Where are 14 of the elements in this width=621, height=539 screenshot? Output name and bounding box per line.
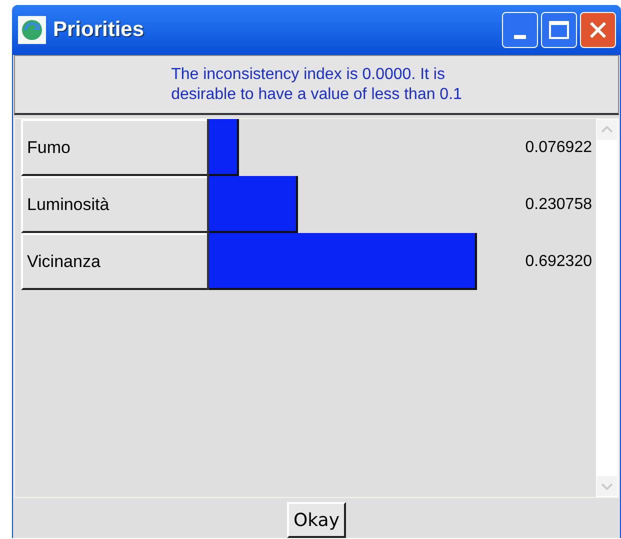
minimize-button[interactable]	[502, 12, 538, 48]
criterion-label: Vicinanza	[21, 233, 207, 290]
priority-value: 0.230758	[525, 194, 592, 214]
priority-value: 0.076922	[525, 138, 592, 158]
window-title: Priorities	[53, 17, 144, 44]
criterion-label: Fumo	[21, 119, 207, 176]
refresh-icon	[17, 15, 47, 45]
close-button[interactable]	[580, 12, 616, 48]
close-icon	[588, 20, 608, 40]
maximize-button[interactable]	[541, 12, 577, 48]
priority-value: 0.692320	[525, 252, 592, 272]
inconsistency-message: The inconsistency index is 0.0000. It is desirable to have a value of less than 0.1	[171, 64, 462, 104]
okay-button[interactable]: Okay	[286, 502, 346, 538]
criterion-label: Luminosità	[21, 176, 207, 233]
